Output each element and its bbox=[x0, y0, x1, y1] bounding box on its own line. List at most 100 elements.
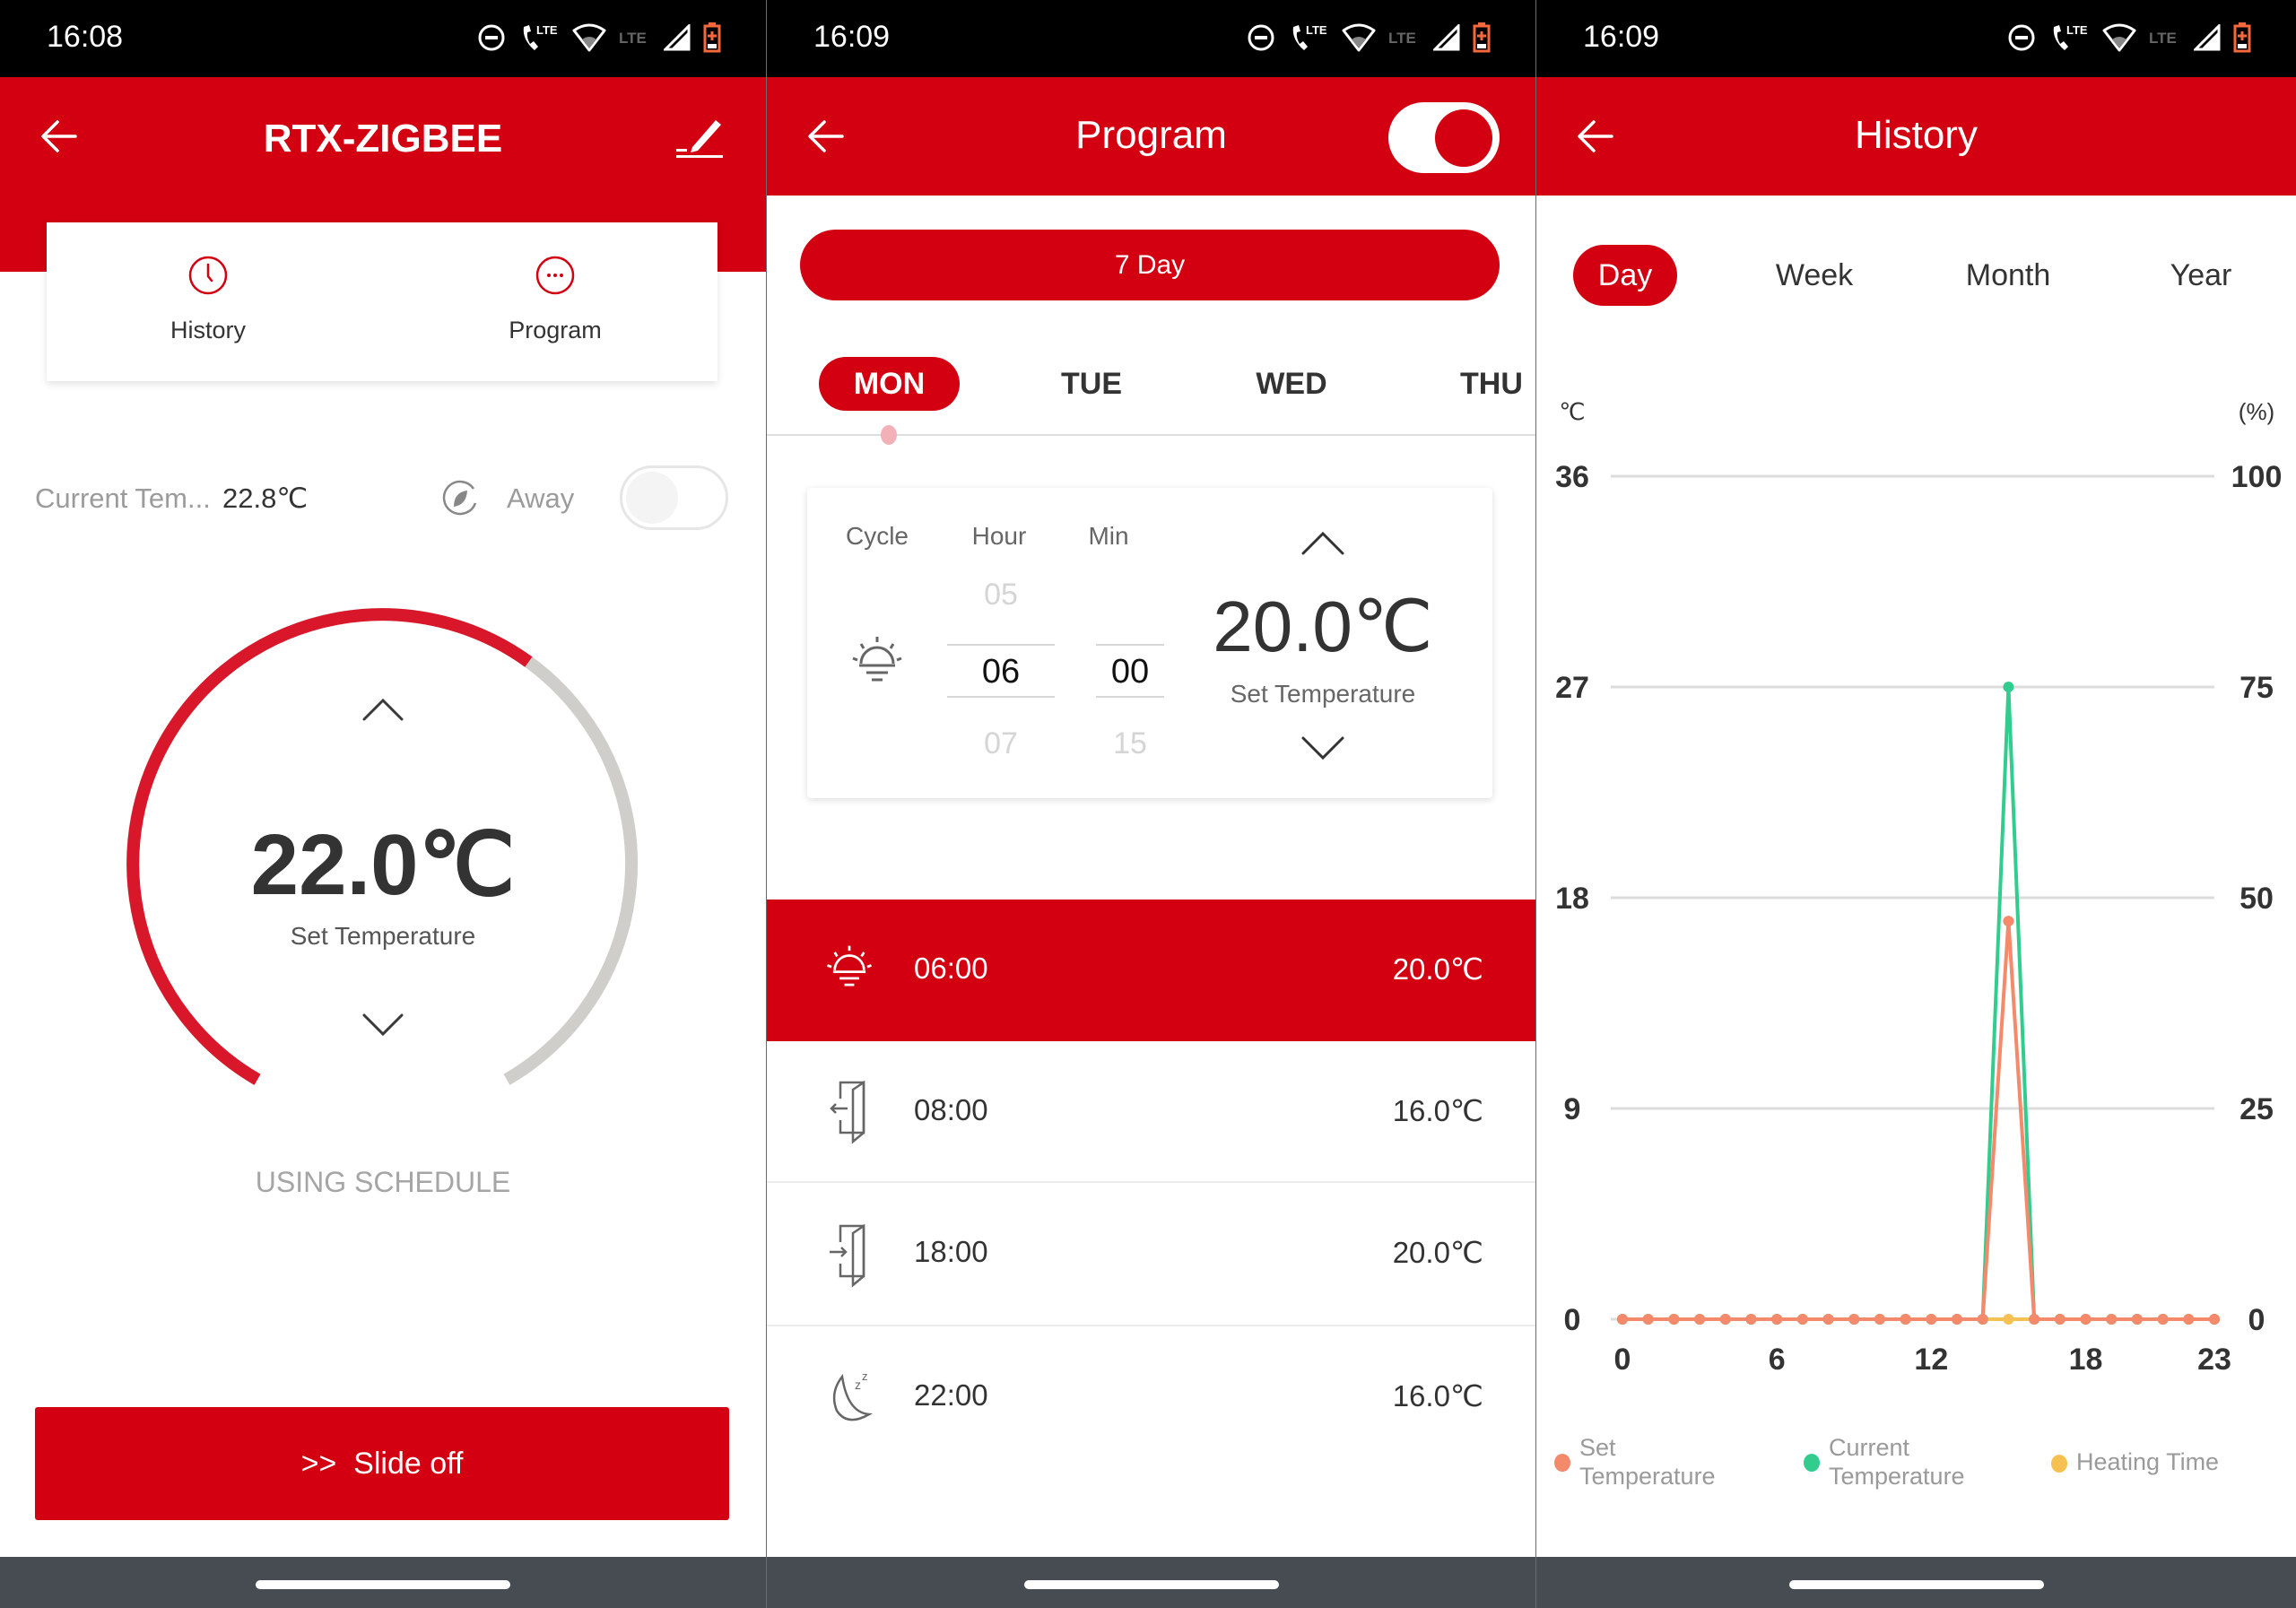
sleep-moon-icon: zz bbox=[832, 1371, 874, 1421]
svg-text:LTE: LTE bbox=[619, 30, 647, 47]
system-nav-bar bbox=[0, 1557, 766, 1608]
system-nav-bar bbox=[767, 1557, 1535, 1608]
y-tick-label: 18 bbox=[1555, 882, 1589, 916]
data-point[interactable] bbox=[2054, 1314, 2066, 1325]
y-axis-unit-label: ℃ bbox=[1559, 398, 1585, 425]
min-picker-line bbox=[1096, 696, 1164, 698]
day-tab-tue[interactable]: TUE bbox=[1020, 357, 1163, 411]
data-point[interactable] bbox=[1848, 1314, 1860, 1325]
data-point[interactable] bbox=[2157, 1314, 2169, 1325]
edit-pencil-icon bbox=[676, 120, 723, 158]
period-temp-up-chevron-icon[interactable] bbox=[1300, 531, 1345, 556]
battery-icon bbox=[703, 22, 721, 57]
slide-off-button[interactable]: >> Slide off bbox=[35, 1407, 729, 1520]
lte-icon: LTE bbox=[1388, 29, 1421, 51]
data-point[interactable] bbox=[1952, 1314, 1963, 1325]
svg-text:LTE: LTE bbox=[1306, 23, 1327, 37]
schedule-time: 08:00 bbox=[914, 1093, 988, 1126]
data-point[interactable] bbox=[2106, 1314, 2118, 1325]
mode-status: USING SCHEDULE bbox=[255, 1166, 511, 1198]
data-point[interactable] bbox=[1926, 1314, 1937, 1325]
series-line bbox=[1622, 920, 2214, 1321]
data-point[interactable] bbox=[1694, 1314, 1706, 1325]
schedule-row[interactable]: 18:00 20.0℃ bbox=[767, 1183, 1535, 1326]
home-indicator[interactable] bbox=[1788, 1580, 2044, 1589]
schedule-temp: 20.0℃ bbox=[1392, 1236, 1483, 1269]
schedule-mode-button[interactable]: 7 Day bbox=[800, 230, 1500, 300]
data-point[interactable] bbox=[2209, 1314, 2220, 1325]
status-time: 16:08 bbox=[47, 20, 124, 54]
period-temp-down-chevron-icon[interactable] bbox=[1300, 735, 1345, 761]
dnd-icon bbox=[1247, 23, 1275, 56]
data-point[interactable] bbox=[2003, 1314, 2014, 1325]
data-point[interactable] bbox=[2131, 1314, 2143, 1325]
hour-prev[interactable]: 05 bbox=[947, 578, 1055, 613]
home-indicator[interactable] bbox=[1023, 1580, 1279, 1589]
x-tick-label: 12 bbox=[1914, 1343, 1948, 1377]
range-tab-week[interactable]: Week bbox=[1761, 245, 1868, 306]
edit-button[interactable] bbox=[674, 113, 725, 164]
y2-tick-label: 100 bbox=[2231, 460, 2283, 494]
data-point[interactable] bbox=[1745, 1314, 1757, 1325]
data-point[interactable] bbox=[2003, 916, 2014, 927]
data-point[interactable] bbox=[1900, 1314, 1911, 1325]
data-point[interactable] bbox=[2029, 1314, 2040, 1325]
svg-text:LTE: LTE bbox=[2066, 23, 2088, 37]
schedule-row[interactable]: 08:00 16.0℃ bbox=[767, 1041, 1535, 1183]
program-enable-toggle[interactable] bbox=[1388, 102, 1500, 173]
away-toggle[interactable] bbox=[620, 465, 728, 530]
day-tab-thu[interactable]: THU bbox=[1460, 357, 1523, 411]
lte-icon: LTE bbox=[619, 29, 651, 51]
legend-item-current-temperature[interactable]: Current Temperature bbox=[1804, 1433, 2037, 1496]
data-point[interactable] bbox=[1617, 1314, 1628, 1325]
x-tick-label: 0 bbox=[1614, 1343, 1631, 1377]
schedule-row[interactable]: 06:00 20.0℃ bbox=[767, 900, 1535, 1041]
range-tab-month[interactable]: Month bbox=[1945, 245, 2071, 306]
data-point[interactable] bbox=[2080, 1314, 2092, 1325]
min-picker-line bbox=[1096, 644, 1164, 646]
series-current-temperature bbox=[1617, 682, 2220, 1325]
home-indicator[interactable] bbox=[256, 1580, 510, 1589]
min-value[interactable]: 00 bbox=[1085, 653, 1175, 691]
temp-up-chevron-icon[interactable] bbox=[362, 698, 404, 721]
status-icons: LTE LTE bbox=[1247, 22, 1491, 57]
data-point[interactable] bbox=[1977, 1314, 1988, 1325]
data-point[interactable] bbox=[2003, 682, 2014, 692]
legend-label: Heating Time bbox=[2076, 1448, 2220, 1475]
data-point[interactable] bbox=[1668, 1314, 1680, 1325]
data-point[interactable] bbox=[1796, 1314, 1808, 1325]
legend-item-heating-time[interactable]: Heating Time bbox=[2051, 1447, 2284, 1483]
range-tab-year[interactable]: Year bbox=[2147, 245, 2255, 306]
data-point[interactable] bbox=[1719, 1314, 1731, 1325]
status-time: 16:09 bbox=[813, 20, 891, 54]
data-point[interactable] bbox=[1642, 1314, 1654, 1325]
legend-dot bbox=[1804, 1454, 1820, 1472]
dnd-icon bbox=[2007, 23, 2036, 56]
x-tick-label: 6 bbox=[1769, 1343, 1786, 1377]
data-point[interactable] bbox=[1822, 1314, 1834, 1325]
legend-item-set-temperature[interactable]: Set Temperature bbox=[1554, 1433, 1787, 1496]
history-shortcut[interactable]: History bbox=[118, 255, 298, 344]
min-next[interactable]: 15 bbox=[1085, 726, 1175, 761]
status-icons: LTE LTE bbox=[2007, 22, 2251, 57]
data-point[interactable] bbox=[2183, 1314, 2195, 1325]
away-toggle-knob bbox=[626, 472, 678, 524]
data-point[interactable] bbox=[1771, 1314, 1783, 1325]
data-point[interactable] bbox=[1874, 1314, 1885, 1325]
temp-down-chevron-icon[interactable] bbox=[362, 1013, 404, 1037]
app-header: Program bbox=[767, 77, 1535, 196]
signal-icon bbox=[2192, 22, 2221, 56]
range-tab-day[interactable]: Day bbox=[1573, 245, 1677, 306]
day-tab-wed[interactable]: WED bbox=[1220, 357, 1363, 411]
svg-text:LTE: LTE bbox=[1388, 30, 1416, 47]
battery-icon bbox=[2233, 22, 2251, 57]
x-tick-label: 18 bbox=[2069, 1343, 2103, 1377]
period-temp-value: 20.0℃ bbox=[1213, 587, 1433, 666]
program-shortcut[interactable]: Program bbox=[465, 255, 645, 344]
hour-value[interactable]: 06 bbox=[947, 653, 1055, 691]
shortcut-card: History Program bbox=[47, 222, 718, 381]
day-tab-mon[interactable]: MON bbox=[819, 357, 960, 411]
schedule-row[interactable]: zz 22:00 16.0℃ bbox=[767, 1326, 1535, 1469]
hour-next[interactable]: 07 bbox=[947, 726, 1055, 761]
schedule-temp: 16.0℃ bbox=[1392, 1094, 1483, 1127]
